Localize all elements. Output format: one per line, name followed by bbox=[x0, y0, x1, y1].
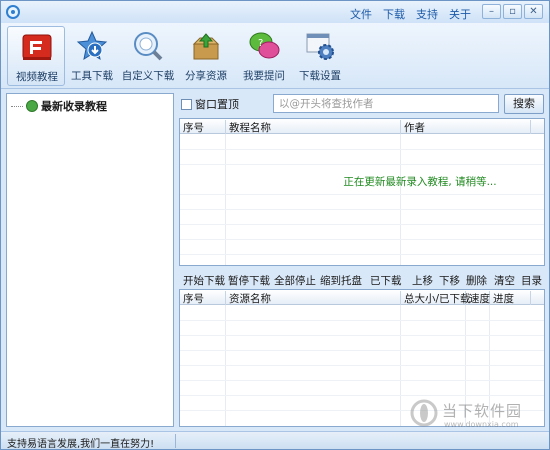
toolbar-label: 自定义下载 bbox=[121, 70, 175, 82]
toolbar-label: 下载设置 bbox=[299, 70, 341, 82]
tutorial-table[interactable]: 序号 教程名称 作者 正在更新最新录入教程, 请稍等... bbox=[179, 118, 545, 266]
move-up-button[interactable]: 上移 bbox=[412, 273, 433, 288]
column-header-tutorial-name[interactable]: 教程名称 bbox=[226, 120, 401, 134]
toolbar-ask-question[interactable]: ? 我要提问 bbox=[235, 26, 293, 86]
toolbar-tool-download[interactable]: 工具下载 bbox=[63, 26, 121, 86]
settings-gears-icon bbox=[306, 33, 334, 60]
menu-about[interactable]: 关于 bbox=[449, 6, 471, 22]
toolbar-label: 工具下载 bbox=[71, 70, 113, 82]
minimize-to-tray-button[interactable]: 缩到托盘 bbox=[320, 273, 362, 288]
svg-text:?: ? bbox=[258, 38, 263, 49]
menu-file[interactable]: 文件 bbox=[350, 6, 372, 22]
grid-line bbox=[180, 239, 544, 240]
grid-line bbox=[180, 164, 544, 165]
toolbar-share-resource[interactable]: 分享资源 bbox=[177, 26, 235, 86]
menu-support[interactable]: 支持 bbox=[416, 6, 438, 22]
video-tutorial-icon bbox=[22, 34, 52, 60]
column-header-resource-name[interactable]: 资源名称 bbox=[226, 291, 401, 305]
custom-download-icon bbox=[134, 32, 163, 61]
column-header-size[interactable]: 总大小/已下载 bbox=[401, 291, 471, 305]
toolbar-label: 我要提问 bbox=[243, 70, 285, 82]
grid-line bbox=[180, 224, 544, 225]
tutorial-table-header: 序号 教程名称 作者 bbox=[180, 119, 544, 134]
stop-all-button[interactable]: 全部停止 bbox=[274, 273, 316, 288]
watermark-url: www.downxia.com bbox=[444, 420, 519, 429]
grid-line bbox=[180, 320, 544, 321]
toolbar-label: 视频教程 bbox=[16, 71, 58, 83]
recycle-icon bbox=[26, 100, 38, 112]
grid-line bbox=[180, 350, 544, 351]
download-action-bar: 开始下载 暂停下载 全部停止 缩到托盘 已下载 上移 下移 删除 清空 目录 bbox=[181, 271, 545, 289]
status-separator bbox=[175, 434, 176, 448]
status-bar: 支持易语言发展,我们一直在努力! bbox=[1, 431, 549, 450]
watermark-logo-icon bbox=[410, 399, 438, 427]
grid-line bbox=[180, 149, 544, 150]
grid-line bbox=[400, 134, 401, 265]
toolbar-label: 分享资源 bbox=[185, 70, 227, 82]
pause-download-button[interactable]: 暂停下载 bbox=[228, 273, 270, 288]
share-box-icon bbox=[192, 33, 220, 60]
clear-button[interactable]: 清空 bbox=[494, 273, 515, 288]
chat-bubbles-icon: ? bbox=[249, 32, 280, 59]
grid-line bbox=[180, 209, 544, 210]
app-window: 文件 下载 支持 关于 – ▫ ✕ 视频教程 工具下载 自定义下载 分享资源 ?… bbox=[0, 0, 550, 450]
always-on-top-option[interactable]: 窗口置顶 bbox=[181, 96, 239, 112]
close-button[interactable]: ✕ bbox=[524, 4, 543, 19]
column-header-author[interactable]: 作者 bbox=[401, 120, 531, 134]
watermark: 当下软件园 www.downxia.com bbox=[410, 398, 545, 432]
app-logo-icon bbox=[6, 5, 20, 19]
tree-root-node[interactable]: 最新收录教程 bbox=[11, 98, 107, 114]
window-controls: – ▫ ✕ bbox=[482, 4, 543, 19]
grid-line bbox=[180, 395, 544, 396]
grid-line bbox=[180, 365, 544, 366]
search-input[interactable] bbox=[273, 94, 499, 113]
tree-connector bbox=[11, 106, 23, 107]
resource-table-header: 序号 资源名称 总大小/已下载 速度 进度 bbox=[180, 290, 544, 305]
restore-button[interactable]: ▫ bbox=[503, 4, 522, 19]
toolbar-video-tutorial[interactable]: 视频教程 bbox=[7, 26, 65, 86]
move-down-button[interactable]: 下移 bbox=[439, 273, 460, 288]
directory-button[interactable]: 目录 bbox=[521, 273, 542, 288]
always-on-top-checkbox[interactable] bbox=[181, 98, 192, 110]
column-header-speed[interactable]: 速度 bbox=[466, 291, 490, 305]
watermark-name: 当下软件园 bbox=[442, 402, 523, 420]
grid-line bbox=[180, 380, 544, 381]
column-header-index[interactable]: 序号 bbox=[180, 120, 226, 134]
loading-message: 正在更新最新录入教程, 请稍等... bbox=[343, 176, 497, 188]
start-download-button[interactable]: 开始下载 bbox=[183, 273, 225, 288]
search-button[interactable]: 搜索 bbox=[504, 94, 544, 114]
main-toolbar: 视频教程 工具下载 自定义下载 分享资源 ? 我要提问 下载设置 bbox=[1, 23, 549, 89]
tree-root-label: 最新收录教程 bbox=[41, 100, 107, 113]
menu-download[interactable]: 下载 bbox=[383, 6, 405, 22]
grid-line bbox=[180, 254, 544, 255]
star-download-icon bbox=[76, 30, 108, 61]
grid-line bbox=[180, 335, 544, 336]
minimize-button[interactable]: – bbox=[482, 4, 501, 19]
menu-bar: 文件 下载 支持 关于 bbox=[350, 6, 471, 22]
title-bar: 文件 下载 支持 关于 – ▫ ✕ bbox=[1, 1, 549, 23]
toolbar-download-settings[interactable]: 下载设置 bbox=[291, 26, 349, 86]
column-header-progress[interactable]: 进度 bbox=[490, 291, 531, 305]
delete-button[interactable]: 删除 bbox=[466, 273, 487, 288]
grid-line bbox=[180, 194, 544, 195]
status-text: 支持易语言发展,我们一直在努力! bbox=[7, 439, 155, 450]
column-header-index[interactable]: 序号 bbox=[180, 291, 226, 305]
downloaded-button[interactable]: 已下载 bbox=[370, 273, 402, 288]
grid-line bbox=[225, 134, 226, 265]
toolbar-custom-download[interactable]: 自定义下载 bbox=[119, 26, 177, 86]
always-on-top-label: 窗口置顶 bbox=[195, 98, 239, 111]
category-tree[interactable]: 最新收录教程 bbox=[6, 93, 174, 427]
